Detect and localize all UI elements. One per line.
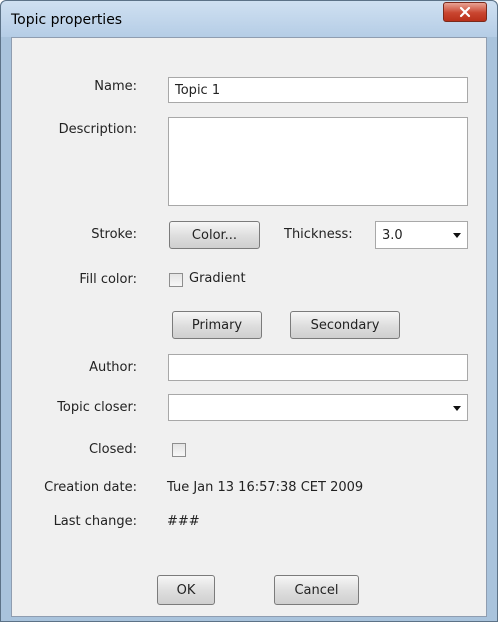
topic-closer-label: Topic closer: <box>57 400 137 415</box>
title-bar[interactable]: Topic properties <box>1 1 497 37</box>
window-title: Topic properties <box>11 12 123 28</box>
closed-label: Closed: <box>88 442 137 457</box>
thickness-label: Thickness: <box>284 227 353 242</box>
topic-closer-select[interactable] <box>168 394 468 421</box>
color-button[interactable]: Color... <box>169 221 260 249</box>
close-icon <box>459 6 471 18</box>
cancel-button[interactable]: Cancel <box>274 575 359 605</box>
chevron-down-icon <box>453 405 461 411</box>
last-change-value: ### <box>167 514 200 529</box>
thickness-value: 3.0 <box>382 227 403 243</box>
closed-checkbox[interactable] <box>172 443 186 457</box>
author-label: Author: <box>89 360 137 375</box>
creation-date-value: Tue Jan 13 16:57:38 CET 2009 <box>167 480 364 495</box>
description-label: Description: <box>58 122 137 137</box>
name-field[interactable]: Topic 1 <box>168 77 468 103</box>
dialog-content: Name: Topic 1 Description: Stroke: Color… <box>11 37 487 617</box>
fill-color-label: Fill color: <box>79 272 137 287</box>
close-button[interactable] <box>443 2 487 22</box>
thickness-select[interactable]: 3.0 <box>375 221 468 249</box>
last-change-label: Last change: <box>53 514 137 529</box>
dialog-window: Topic properties Name: Topic 1 Descripti… <box>0 0 498 622</box>
gradient-checkbox[interactable] <box>169 273 183 287</box>
name-label: Name: <box>94 79 137 94</box>
ok-button[interactable]: OK <box>157 575 215 605</box>
creation-date-label: Creation date: <box>44 480 137 495</box>
description-field[interactable] <box>168 117 468 206</box>
primary-button[interactable]: Primary <box>172 311 262 339</box>
author-field[interactable] <box>168 354 468 381</box>
chevron-down-icon <box>453 233 461 238</box>
gradient-label[interactable]: Gradient <box>189 271 246 286</box>
secondary-button[interactable]: Secondary <box>290 311 400 339</box>
stroke-label: Stroke: <box>91 227 137 242</box>
